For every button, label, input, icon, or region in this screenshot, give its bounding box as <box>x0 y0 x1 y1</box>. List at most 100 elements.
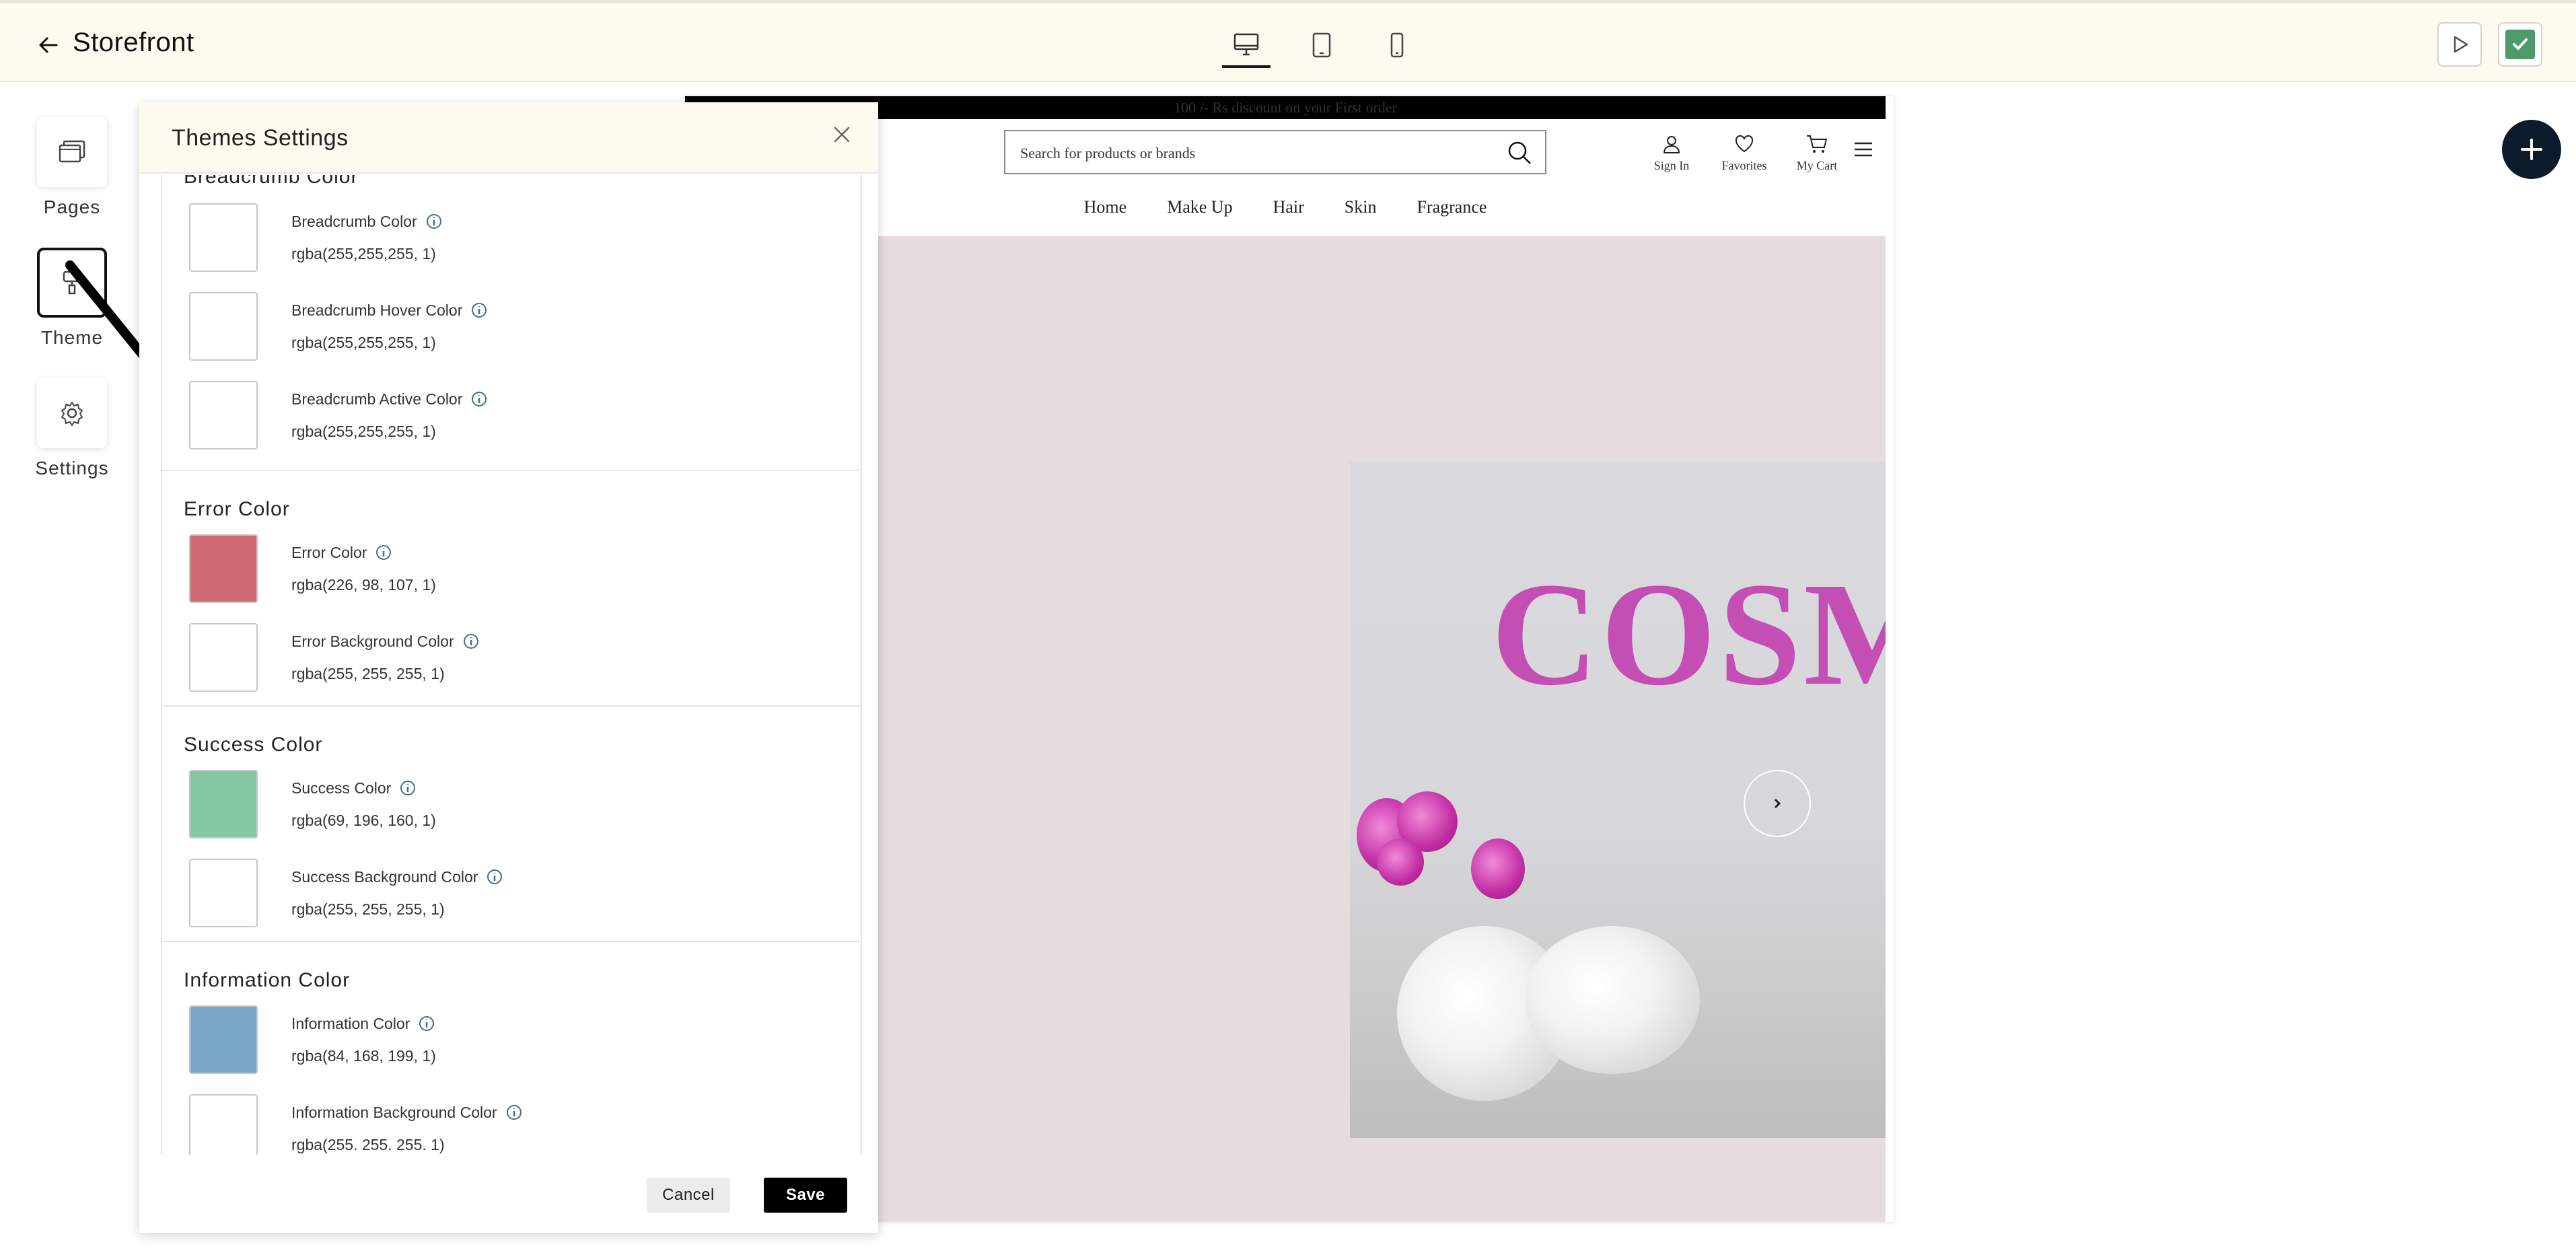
cart-link[interactable]: My Cart <box>1785 134 1849 173</box>
panel-footer: Cancel Save <box>139 1155 878 1233</box>
color-value: rgba(255. 255. 255. 1) <box>291 1136 445 1153</box>
search-icon[interactable] <box>1506 139 1533 170</box>
color-value: rgba(255,255,255, 1) <box>291 423 436 440</box>
rail-item-pages[interactable]: Pages <box>35 117 109 218</box>
color-value: rgba(255, 255, 255, 1) <box>291 900 445 918</box>
device-desktop-button[interactable] <box>1222 28 1271 68</box>
save-button[interactable]: Save <box>764 1178 847 1213</box>
info-icon[interactable] <box>399 779 417 797</box>
info-icon[interactable] <box>470 301 488 319</box>
info-icon[interactable] <box>425 213 443 230</box>
chevron-right-icon <box>1774 798 1781 809</box>
checkmark-icon <box>2505 30 2535 59</box>
info-icon[interactable] <box>375 544 392 561</box>
rolled-towel <box>1525 926 1700 1074</box>
color-label: Breadcrumb Active Color <box>291 390 463 408</box>
section-title: Breadcrumb Color <box>184 175 359 188</box>
color-row: Error Color rgba(226, 98, 107, 1) <box>184 534 861 623</box>
cancel-button[interactable]: Cancel <box>647 1178 730 1213</box>
color-swatch[interactable] <box>189 292 258 361</box>
color-row: Error Background Color rgba(255, 255, 25… <box>184 623 861 712</box>
color-swatch[interactable] <box>189 770 258 838</box>
publish-button[interactable] <box>2498 22 2542 67</box>
color-label: Success Color <box>291 779 392 797</box>
color-swatch[interactable] <box>189 534 258 603</box>
rail-label: Settings <box>35 458 109 478</box>
hero-image: COSM <box>1350 462 1886 1138</box>
color-swatch[interactable] <box>189 381 258 450</box>
user-icon <box>1663 136 1680 153</box>
desktop-icon <box>1233 33 1259 56</box>
sign-in-link[interactable]: Sign In <box>1643 134 1700 173</box>
color-row: Breadcrumb Color rgba(255,255,255, 1) <box>184 203 861 292</box>
color-label: Error Background Color <box>291 633 454 650</box>
device-tablet-button[interactable] <box>1304 28 1339 63</box>
color-row: Information Color rgba(84, 168, 199, 1) <box>184 1005 861 1094</box>
preview-button[interactable] <box>2437 22 2482 67</box>
info-icon[interactable] <box>462 633 480 650</box>
info-icon[interactable] <box>470 390 488 408</box>
storefront-search-input[interactable]: Search for products or brands <box>1004 130 1546 174</box>
close-button[interactable] <box>832 125 851 147</box>
sign-in-label: Sign In <box>1653 159 1690 172</box>
info-icon[interactable] <box>418 1015 435 1032</box>
favorites-label: Favorites <box>1721 159 1767 172</box>
section-error-color: Error Color Error Color rgba(226, 98, 10… <box>162 471 861 707</box>
mobile-icon <box>1390 32 1404 58</box>
search-placeholder: Search for products or brands <box>1020 145 1196 162</box>
slider-next-button[interactable] <box>1744 770 1811 837</box>
settings-scroll-area[interactable]: Breadcrumb Color Breadcrumb Color rgba(2… <box>161 175 862 1155</box>
color-swatch[interactable] <box>189 1094 258 1155</box>
orchid-flower <box>1377 838 1424 886</box>
section-title: Information Color <box>184 969 351 991</box>
add-section-button[interactable] <box>2502 120 2561 179</box>
color-value: rgba(255,255,255, 1) <box>291 245 436 262</box>
color-row: Breadcrumb Hover Color rgba(255,255,255,… <box>184 292 861 381</box>
device-mobile-button[interactable] <box>1380 28 1415 63</box>
info-icon[interactable] <box>505 1104 523 1121</box>
nav-link-hair[interactable]: Hair <box>1253 197 1324 224</box>
plus-icon <box>2521 139 2542 160</box>
favorites-link[interactable]: Favorites <box>1711 134 1778 173</box>
close-icon <box>834 127 850 143</box>
themes-settings-panel: Themes Settings Breadcrumb Color Breadcr… <box>139 102 878 1233</box>
color-row: Information Background Color rgba(255. 2… <box>184 1094 861 1155</box>
color-value: rgba(84, 168, 199, 1) <box>291 1047 436 1065</box>
cart-icon <box>1807 135 1828 153</box>
nav-link-fragrance[interactable]: Fragrance <box>1396 197 1507 224</box>
section-success-color: Success Color Success Color rgba(69, 196… <box>162 707 861 942</box>
info-icon[interactable] <box>486 868 503 886</box>
color-row: Breadcrumb Active Color rgba(255,255,255… <box>184 381 861 470</box>
color-swatch[interactable] <box>189 623 258 692</box>
color-row: Success Background Color rgba(255, 255, … <box>184 859 861 948</box>
color-value: rgba(69, 196, 160, 1) <box>291 812 436 829</box>
play-icon <box>2454 36 2468 53</box>
rail-label: Pages <box>43 196 101 217</box>
panel-title: Themes Settings <box>172 125 349 151</box>
color-value: rgba(255, 255, 255, 1) <box>291 665 445 682</box>
panel-header: Themes Settings <box>139 102 878 174</box>
color-swatch[interactable] <box>189 859 258 927</box>
nav-link-skin[interactable]: Skin <box>1324 197 1397 224</box>
nav-link-make-up[interactable]: Make Up <box>1147 197 1252 224</box>
app-title: Storefront <box>73 28 194 57</box>
section-title: Error Color <box>184 498 290 520</box>
arrow-left-icon <box>39 37 58 53</box>
color-label: Information Background Color <box>291 1104 497 1121</box>
color-row: Success Color rgba(69, 196, 160, 1) <box>184 770 861 859</box>
color-label: Breadcrumb Hover Color <box>291 301 463 319</box>
back-button[interactable] <box>34 30 63 60</box>
color-value: rgba(226, 98, 107, 1) <box>291 576 436 594</box>
color-swatch[interactable] <box>189 203 258 272</box>
color-label: Error Color <box>291 544 367 561</box>
color-value: rgba(255,255,255, 1) <box>291 334 436 351</box>
section-information-color: Information Color Information Color rgba… <box>162 942 861 1155</box>
section-breadcrumb-color: Breadcrumb Color Breadcrumb Color rgba(2… <box>162 175 861 471</box>
pages-icon <box>37 117 107 187</box>
color-swatch[interactable] <box>189 1005 258 1074</box>
nav-link-home[interactable]: Home <box>1064 197 1147 224</box>
cart-label: My Cart <box>1796 159 1838 172</box>
heart-icon <box>1735 135 1754 153</box>
hamburger-menu-icon[interactable] <box>1853 141 1873 162</box>
color-label: Success Background Color <box>291 868 478 886</box>
